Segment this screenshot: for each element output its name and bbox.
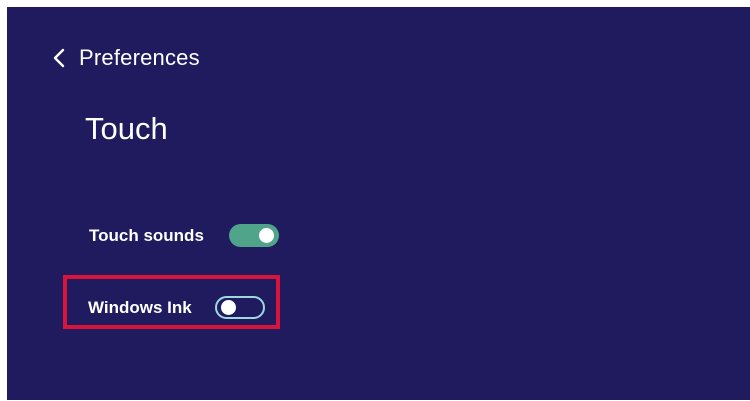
windows-ink-label: Windows Ink [88, 297, 192, 317]
touch-sounds-toggle[interactable] [228, 224, 279, 247]
page-title: Touch [85, 111, 168, 146]
chevron-left-icon [53, 48, 65, 68]
toggle-knob [220, 300, 236, 315]
back-button[interactable]: Preferences [53, 45, 200, 71]
setting-row-touch-sounds: Touch sounds [89, 224, 279, 247]
windows-ink-toggle[interactable] [214, 296, 265, 319]
back-label: Preferences [79, 45, 200, 70]
toggle-knob [258, 228, 274, 243]
settings-screen: Preferences Touch Touch sounds Windows I… [7, 7, 750, 400]
setting-row-windows-ink: Windows Ink [88, 296, 265, 319]
touch-sounds-label: Touch sounds [89, 225, 204, 245]
